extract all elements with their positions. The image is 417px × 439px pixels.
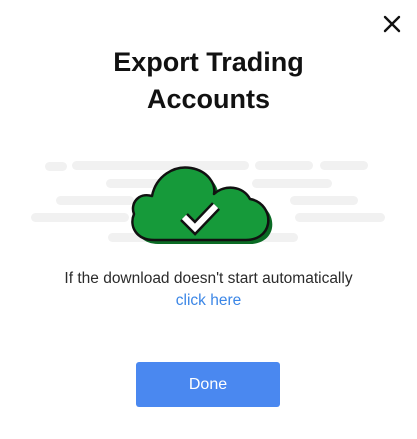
close-button[interactable] [378,10,406,38]
export-dialog: Export Trading Accounts If the download [0,0,417,439]
download-message: If the download doesn't start automatica… [64,270,353,287]
done-button[interactable]: Done [136,362,280,407]
dialog-title-line-1: Export Trading [113,47,304,77]
download-illustration [31,161,385,244]
close-icon [383,15,401,33]
click-here-link[interactable]: click here [176,292,241,309]
dialog-title: Export Trading Accounts [0,44,417,118]
dialog-title-line-2: Accounts [146,84,271,114]
cloud-checkmark-icon [131,166,273,244]
